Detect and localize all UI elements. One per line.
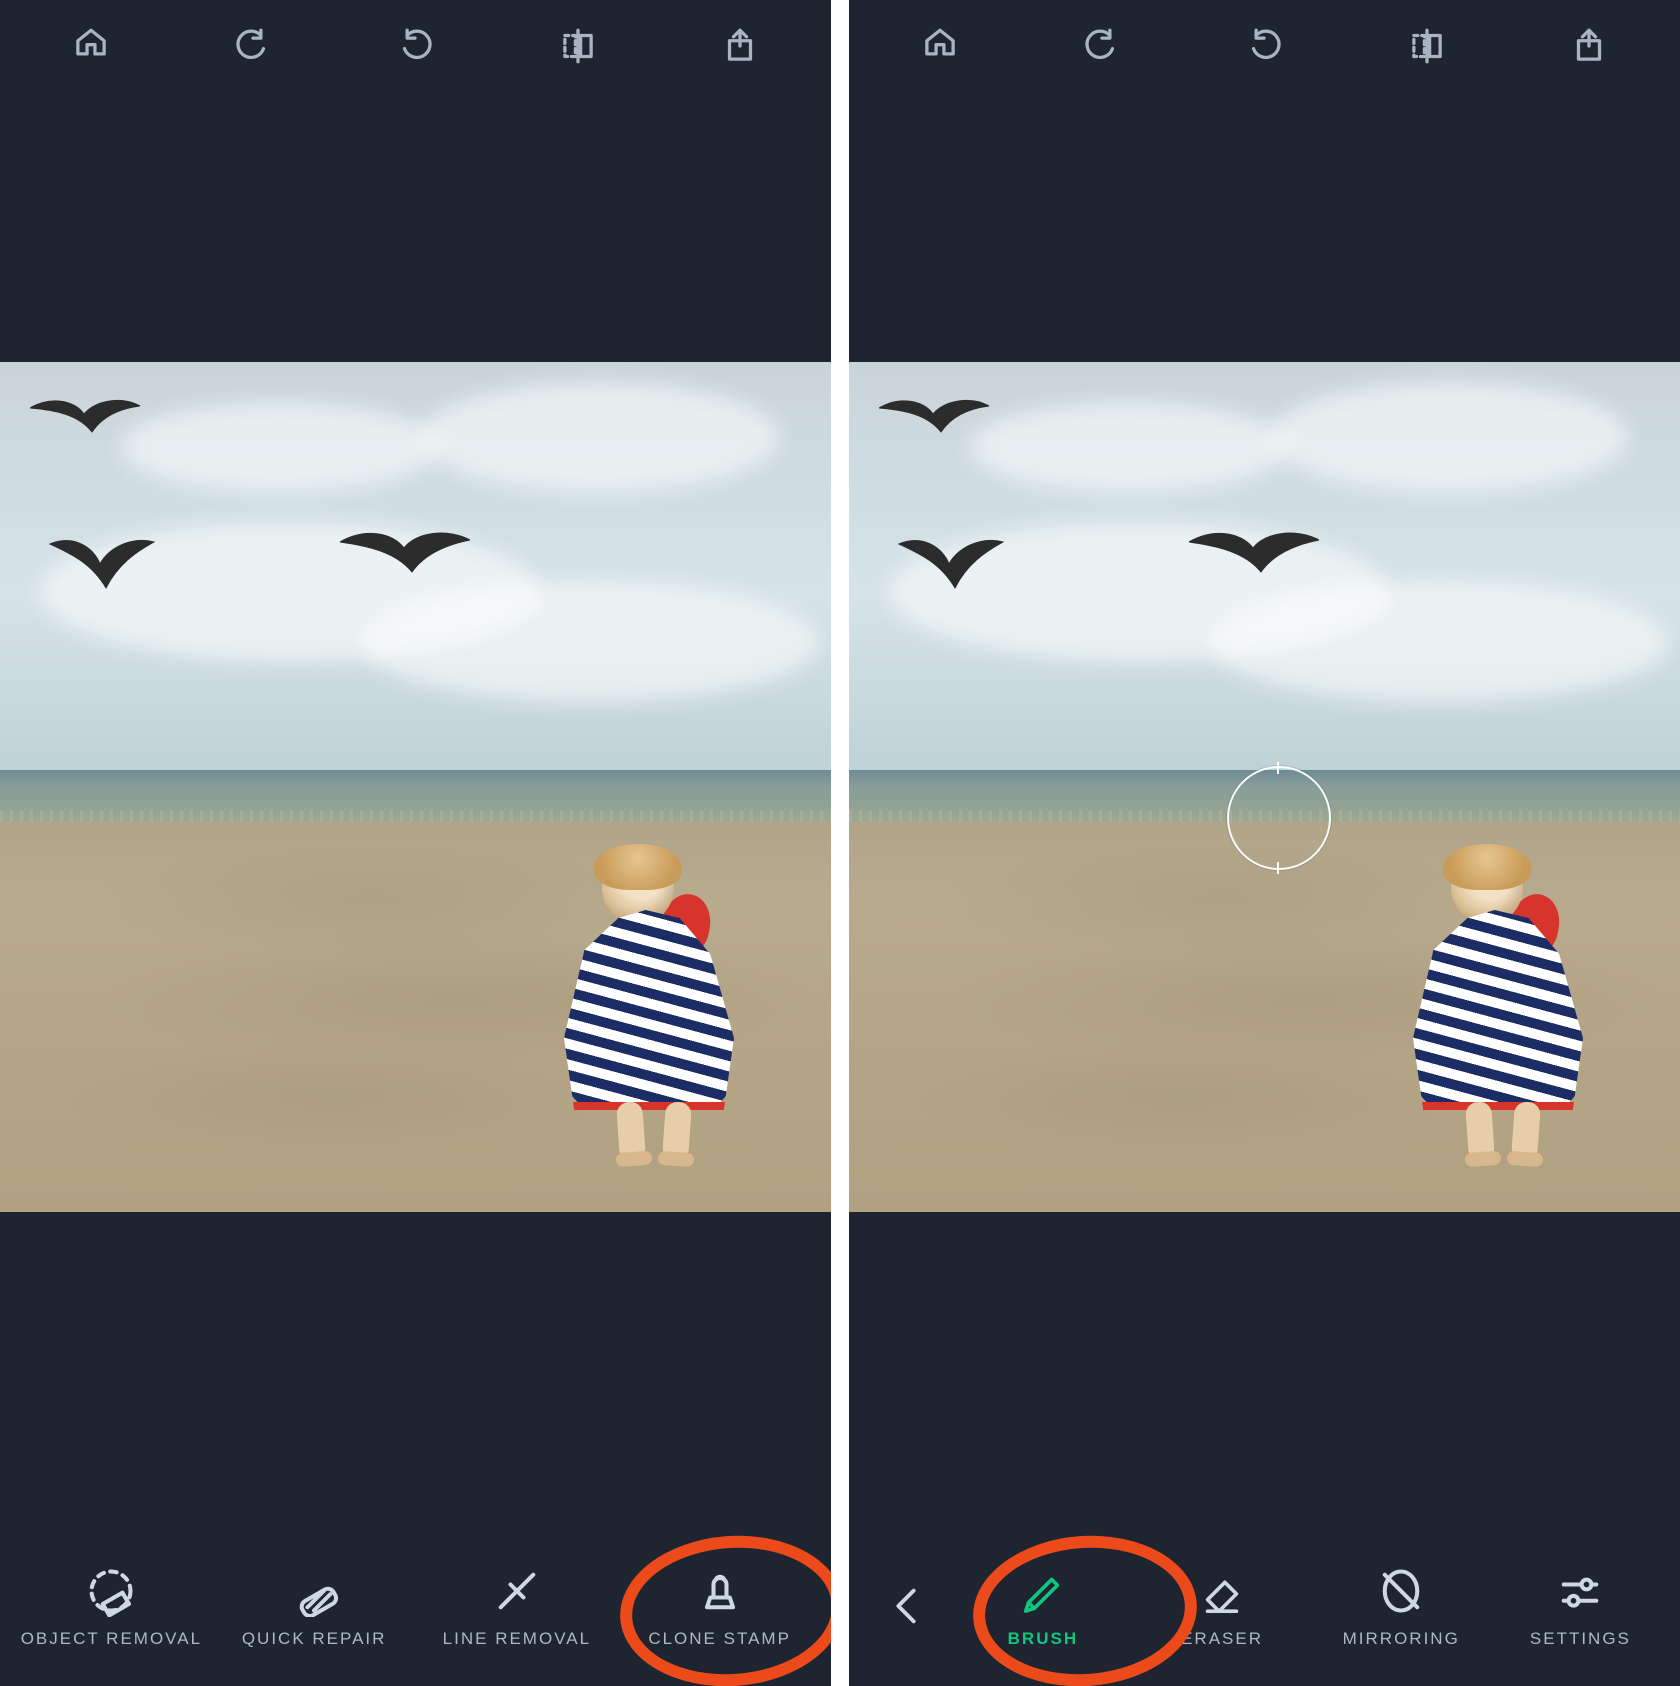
share-icon[interactable] [1559, 16, 1619, 76]
eraser-icon [1194, 1563, 1250, 1619]
brush-icon [1015, 1563, 1071, 1619]
photo-subject-child [564, 852, 734, 1172]
tool-settings[interactable]: SETTINGS [1491, 1563, 1670, 1649]
canvas-area[interactable] [849, 92, 1680, 1536]
tool-label: MIRRORING [1343, 1629, 1460, 1649]
back-button[interactable] [859, 1556, 953, 1656]
panel-right: BRUSH ERASER MIRRORING SETTINGS [849, 0, 1680, 1686]
settings-icon [1552, 1563, 1608, 1619]
mirroring-icon [1373, 1563, 1429, 1619]
tool-mirroring[interactable]: MIRRORING [1312, 1563, 1491, 1649]
tool-label: BRUSH [1008, 1629, 1078, 1649]
edited-photo[interactable] [849, 362, 1680, 1212]
redo-icon[interactable] [385, 16, 445, 76]
redo-icon[interactable] [1234, 16, 1294, 76]
quick-repair-icon [286, 1563, 342, 1619]
mode-label: CLONE STAMP [648, 1629, 791, 1649]
share-icon[interactable] [710, 16, 770, 76]
canvas-area[interactable] [0, 92, 831, 1536]
comparison-stage: OBJECT REMOVAL QUICK REPAIR LINE REMOVAL… [0, 0, 1680, 1686]
home-icon[interactable] [910, 16, 970, 76]
panel-left: OBJECT REMOVAL QUICK REPAIR LINE REMOVAL… [0, 0, 831, 1686]
mode-line-removal[interactable]: LINE REMOVAL [422, 1563, 612, 1649]
edited-photo[interactable] [0, 362, 831, 1212]
undo-icon[interactable] [223, 16, 283, 76]
mode-label: OBJECT REMOVAL [21, 1629, 202, 1649]
mode-clone-stamp[interactable]: CLONE STAMP [625, 1563, 815, 1649]
bottombar-modes: OBJECT REMOVAL QUICK REPAIR LINE REMOVAL… [0, 1536, 831, 1686]
clone-stamp-icon [692, 1563, 748, 1619]
compare-icon[interactable] [1397, 16, 1457, 76]
tool-eraser[interactable]: ERASER [1132, 1563, 1311, 1649]
line-removal-icon [489, 1563, 545, 1619]
home-icon[interactable] [61, 16, 121, 76]
tool-brush[interactable]: BRUSH [953, 1563, 1132, 1649]
topbar [0, 0, 831, 92]
bottombar-brush-tools: BRUSH ERASER MIRRORING SETTINGS [849, 1536, 1680, 1686]
object-removal-icon [83, 1563, 139, 1619]
mode-quick-repair[interactable]: QUICK REPAIR [219, 1563, 409, 1649]
topbar [849, 0, 1680, 92]
tool-label: ERASER [1181, 1629, 1263, 1649]
tool-label: SETTINGS [1530, 1629, 1631, 1649]
undo-icon[interactable] [1072, 16, 1132, 76]
photo-subject-child [1413, 852, 1583, 1172]
mode-label: LINE REMOVAL [443, 1629, 591, 1649]
mode-label: QUICK REPAIR [242, 1629, 387, 1649]
mode-object-removal[interactable]: OBJECT REMOVAL [16, 1563, 206, 1649]
compare-icon[interactable] [548, 16, 608, 76]
